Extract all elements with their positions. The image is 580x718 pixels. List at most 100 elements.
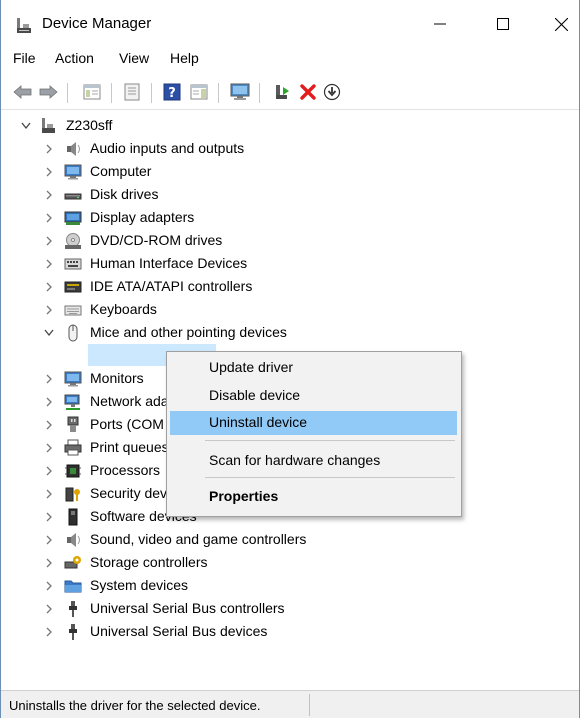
network-icon — [64, 394, 80, 410]
context-separator — [205, 477, 455, 478]
toolbar-separator — [111, 83, 112, 103]
tree-category-item[interactable]: Universal Serial Bus devices — [1, 621, 421, 643]
disk-drive-icon — [64, 193, 82, 200]
context-uninstall-device[interactable]: Uninstall device — [170, 411, 457, 435]
collapsed-chevron-icon[interactable] — [42, 579, 56, 593]
collapsed-chevron-icon[interactable] — [42, 372, 56, 386]
context-update-driver[interactable]: Update driver — [170, 356, 457, 380]
collapsed-chevron-icon[interactable] — [42, 188, 56, 202]
display-adapter-icon — [64, 211, 82, 225]
tree-item-label: Keyboards — [90, 301, 157, 317]
status-divider — [309, 694, 310, 716]
help-button[interactable]: ? — [161, 81, 183, 103]
context-properties[interactable]: Properties — [170, 485, 457, 509]
tree-item-label: Storage controllers — [90, 554, 208, 570]
add-driver-button[interactable] — [271, 81, 293, 103]
monitor-icon — [64, 164, 82, 180]
tree-category-item[interactable]: Computer — [1, 161, 421, 183]
tree-category-item[interactable]: Audio inputs and outputs — [1, 138, 421, 160]
expanded-chevron-icon[interactable] — [19, 119, 33, 133]
collapsed-chevron-icon[interactable] — [42, 303, 56, 317]
tree-category-item[interactable]: Storage controllers — [1, 552, 421, 574]
action-pane-icon — [190, 84, 208, 100]
back-button[interactable] — [12, 81, 34, 103]
speaker-icon — [67, 533, 80, 547]
collapsed-chevron-icon[interactable] — [42, 464, 56, 478]
tree-category-item[interactable]: Universal Serial Bus controllers — [1, 598, 421, 620]
download-arrow-icon — [323, 83, 341, 101]
context-disable-device[interactable]: Disable device — [170, 384, 457, 408]
collapsed-chevron-icon[interactable] — [42, 142, 56, 156]
tree-category-item[interactable]: Sound, video and game controllers — [1, 529, 421, 551]
tree-item-label: Computer — [90, 163, 152, 179]
update-driver-button[interactable] — [321, 81, 343, 103]
action-pane-button[interactable] — [188, 81, 210, 103]
tree-root[interactable]: Z230sff — [1, 115, 301, 137]
monitor-scan-icon — [230, 83, 250, 100]
maximize-button[interactable] — [480, 8, 526, 40]
tree-category-item[interactable]: System devices — [1, 575, 421, 597]
tree-category-item[interactable]: DVD/CD-ROM drives — [1, 230, 421, 252]
console-tree-icon — [83, 84, 101, 100]
collapsed-chevron-icon[interactable] — [42, 211, 56, 225]
close-button[interactable] — [538, 8, 580, 40]
tree-item-label: Sound, video and game controllers — [90, 531, 307, 547]
tree-category-item[interactable]: Keyboards — [1, 299, 421, 321]
tree-item-label: Universal Serial Bus devices — [90, 623, 268, 639]
speaker-icon — [67, 142, 80, 156]
collapsed-chevron-icon[interactable] — [42, 602, 56, 616]
minimize-icon — [434, 23, 446, 25]
tree-item-label: Human Interface Devices — [90, 255, 248, 271]
collapsed-chevron-icon[interactable] — [42, 257, 56, 271]
collapsed-chevron-icon[interactable] — [42, 395, 56, 409]
tree-item-label: Processors — [90, 462, 161, 478]
context-scan-hardware[interactable]: Scan for hardware changes — [170, 449, 457, 473]
monitor-icon — [64, 371, 82, 387]
context-separator — [205, 440, 455, 441]
collapsed-chevron-icon[interactable] — [42, 280, 56, 294]
uninstall-device-button[interactable] — [297, 81, 319, 103]
collapsed-chevron-icon[interactable] — [42, 556, 56, 570]
show-hide-console-tree-button[interactable] — [81, 81, 103, 103]
menu-file[interactable]: File — [11, 50, 38, 66]
tree-item-label: IDE ATA/ATAPI controllers — [90, 278, 253, 294]
tree-category-item[interactable]: IDE ATA/ATAPI controllers — [1, 276, 421, 298]
expanded-chevron-icon[interactable] — [42, 326, 56, 340]
tree-category-item[interactable]: Disk drives — [1, 184, 421, 206]
usb-icon — [69, 624, 77, 640]
collapsed-chevron-icon[interactable] — [42, 441, 56, 455]
properties-button[interactable] — [121, 81, 143, 103]
arrow-right-icon — [39, 85, 58, 99]
toolbar-separator — [67, 83, 68, 103]
collapsed-chevron-icon[interactable] — [42, 487, 56, 501]
minimize-button[interactable] — [417, 8, 463, 40]
arrow-left-icon — [13, 85, 32, 99]
tree-category-item[interactable]: Mice and other pointing devices — [1, 322, 421, 344]
processor-icon — [65, 464, 81, 478]
tree-category-item[interactable]: Display adapters — [1, 207, 421, 229]
security-icon — [65, 487, 80, 502]
keyboard-icon — [64, 305, 82, 316]
title-bar[interactable]: Device Manager — [1, 0, 579, 48]
tree-root-label: Z230sff — [66, 117, 113, 133]
context-menu: Update driver Disable device Uninstall d… — [166, 351, 462, 517]
scan-hardware-button[interactable] — [229, 81, 251, 103]
menu-view[interactable]: View — [117, 50, 151, 66]
ide-controller-icon — [64, 281, 82, 293]
forward-button[interactable] — [37, 81, 59, 103]
tree-category-item[interactable]: Human Interface Devices — [1, 253, 421, 275]
software-icon — [68, 508, 78, 526]
collapsed-chevron-icon[interactable] — [42, 625, 56, 639]
collapsed-chevron-icon[interactable] — [42, 418, 56, 432]
properties-icon — [124, 83, 140, 101]
collapsed-chevron-icon[interactable] — [42, 510, 56, 524]
menu-help[interactable]: Help — [168, 50, 201, 66]
status-bar: Uninstalls the driver for the selected d… — [1, 690, 579, 718]
red-x-icon — [300, 84, 316, 100]
tree-item-label: Disk drives — [90, 186, 159, 202]
computer-tower-icon — [42, 118, 55, 133]
collapsed-chevron-icon[interactable] — [42, 165, 56, 179]
collapsed-chevron-icon[interactable] — [42, 234, 56, 248]
menu-action[interactable]: Action — [53, 50, 96, 66]
collapsed-chevron-icon[interactable] — [42, 533, 56, 547]
